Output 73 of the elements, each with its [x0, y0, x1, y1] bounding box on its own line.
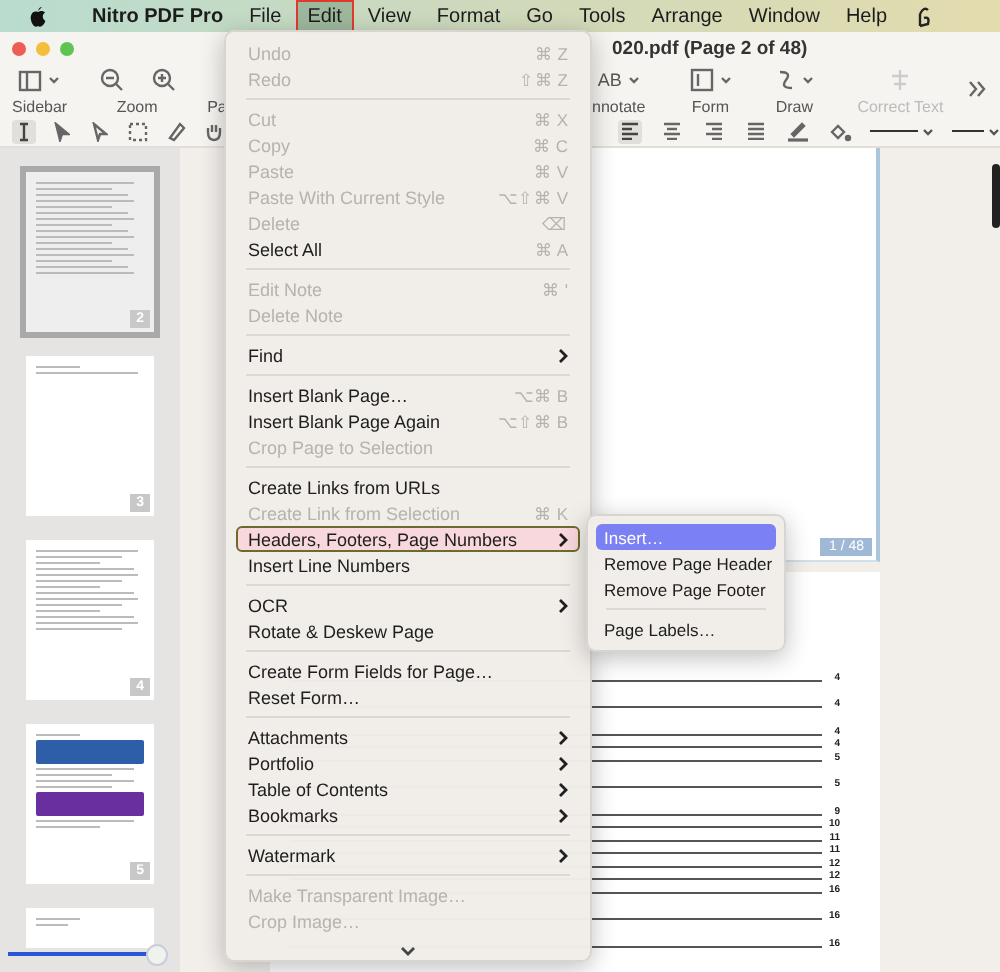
- toolbar-button[interactable]: Form: [689, 66, 732, 116]
- line-style-dropdown[interactable]: [870, 127, 934, 135]
- page-thumbnail[interactable]: [26, 908, 154, 948]
- menu-item[interactable]: Watermark: [236, 842, 580, 868]
- align-left-icon[interactable]: [620, 122, 640, 140]
- menu-bar-item[interactable]: Help: [835, 1, 898, 31]
- caret-icon[interactable]: [627, 76, 640, 84]
- hand-icon[interactable]: [204, 121, 224, 141]
- toolbar-button[interactable]: Zoom: [99, 66, 176, 116]
- text-cursor-icon[interactable]: [16, 121, 32, 141]
- menu-item[interactable]: Portfolio: [236, 750, 580, 776]
- menu-item[interactable]: Remove Page Footer: [596, 576, 776, 602]
- window-title: 020.pdf (Page 2 of 48): [612, 38, 808, 60]
- menu-bar-item[interactable]: View: [357, 1, 421, 31]
- menu-item[interactable]: Bookmarks: [236, 802, 580, 828]
- menu-item[interactable]: Table of Contents: [236, 776, 580, 802]
- menu-item[interactable]: Select All ⌘ A: [236, 236, 580, 262]
- menu-item[interactable]: Reset Form…: [236, 684, 580, 710]
- menu-item[interactable]: Insert Line Numbers: [236, 552, 580, 578]
- menu-bar-item[interactable]: Go: [516, 1, 563, 31]
- zoom-in-icon[interactable]: [151, 68, 176, 92]
- line-end-dropdown[interactable]: [952, 127, 1000, 135]
- menu-bar-item[interactable]: Arrange: [641, 1, 733, 31]
- arrow-pointer-icon[interactable]: [54, 121, 70, 141]
- toolbar-button[interactable]: Draw: [775, 66, 814, 116]
- squiggle-icon[interactable]: [775, 68, 796, 92]
- menu-bar-item[interactable]: Format: [426, 1, 511, 31]
- caret-icon[interactable]: [988, 127, 1000, 135]
- menu-item[interactable]: Find: [236, 342, 580, 368]
- caret-icon[interactable]: [922, 127, 934, 135]
- toolbar-button[interactable]: Sidebar: [12, 66, 68, 116]
- menu-bar-item[interactable]: File: [239, 1, 292, 31]
- align-center-icon[interactable]: [662, 122, 682, 140]
- menu-item[interactable]: OCR: [236, 592, 580, 618]
- thumbnail-size-slider[interactable]: [8, 946, 168, 962]
- marquee-select-icon[interactable]: [128, 121, 148, 141]
- menu-item[interactable]: Remove Page Header: [596, 550, 776, 576]
- menu-item[interactable]: Create Links from URLs: [236, 474, 580, 500]
- menu-bar-item[interactable]: Edit: [297, 1, 352, 31]
- chevron-right-icon: [558, 347, 568, 363]
- chevron-right-icon: [558, 597, 568, 613]
- align-right-icon[interactable]: [704, 122, 724, 140]
- sidebar-icon[interactable]: [18, 69, 43, 91]
- banner-image: [36, 792, 144, 816]
- menu-bar-item[interactable]: Window: [738, 1, 830, 31]
- toolbar-button[interactable]: AB nnotate: [592, 66, 646, 116]
- form-icon[interactable]: [689, 68, 714, 92]
- menu-item[interactable]: Rotate & Deskew Page: [236, 618, 580, 644]
- zoom-out-icon[interactable]: [99, 68, 124, 92]
- menu-item[interactable]: Insert Blank Page Again ⌥⇧⌘ B: [236, 408, 580, 434]
- scroll-down-chevron-icon[interactable]: [400, 946, 416, 956]
- banner-image: [36, 740, 144, 764]
- menu-bar-item[interactable]: Tools: [568, 1, 636, 31]
- overflow-chevrons-icon[interactable]: [968, 80, 988, 98]
- justify-icon[interactable]: [746, 122, 766, 140]
- caret-icon[interactable]: [48, 76, 61, 84]
- chevron-right-icon: [558, 847, 568, 863]
- caret-icon[interactable]: [719, 76, 732, 84]
- hollow-arrow-icon[interactable]: [92, 121, 108, 141]
- paint-bucket-icon[interactable]: [828, 121, 852, 141]
- menu-item[interactable]: Create Form Fields for Page…: [236, 658, 580, 684]
- chevron-right-icon: [558, 531, 568, 547]
- scrollbar-thumb[interactable]: [992, 164, 1000, 228]
- menu-item[interactable]: Page Labels…: [596, 616, 776, 642]
- menu-item[interactable]: Headers, Footers, Page Numbers: [236, 526, 580, 552]
- caret-icon[interactable]: [801, 76, 814, 84]
- apple-logo-icon[interactable]: [28, 5, 48, 27]
- menu-bar-item[interactable]: Nitro PDF Pro: [82, 1, 234, 31]
- annotate-icon-text: AB: [597, 70, 622, 90]
- pen-icon[interactable]: [786, 120, 810, 142]
- eraser-icon[interactable]: [166, 121, 186, 141]
- menu-item[interactable]: Attachments: [236, 724, 580, 750]
- menu-item[interactable]: Insert Blank Page… ⌥⌘ B: [236, 382, 580, 408]
